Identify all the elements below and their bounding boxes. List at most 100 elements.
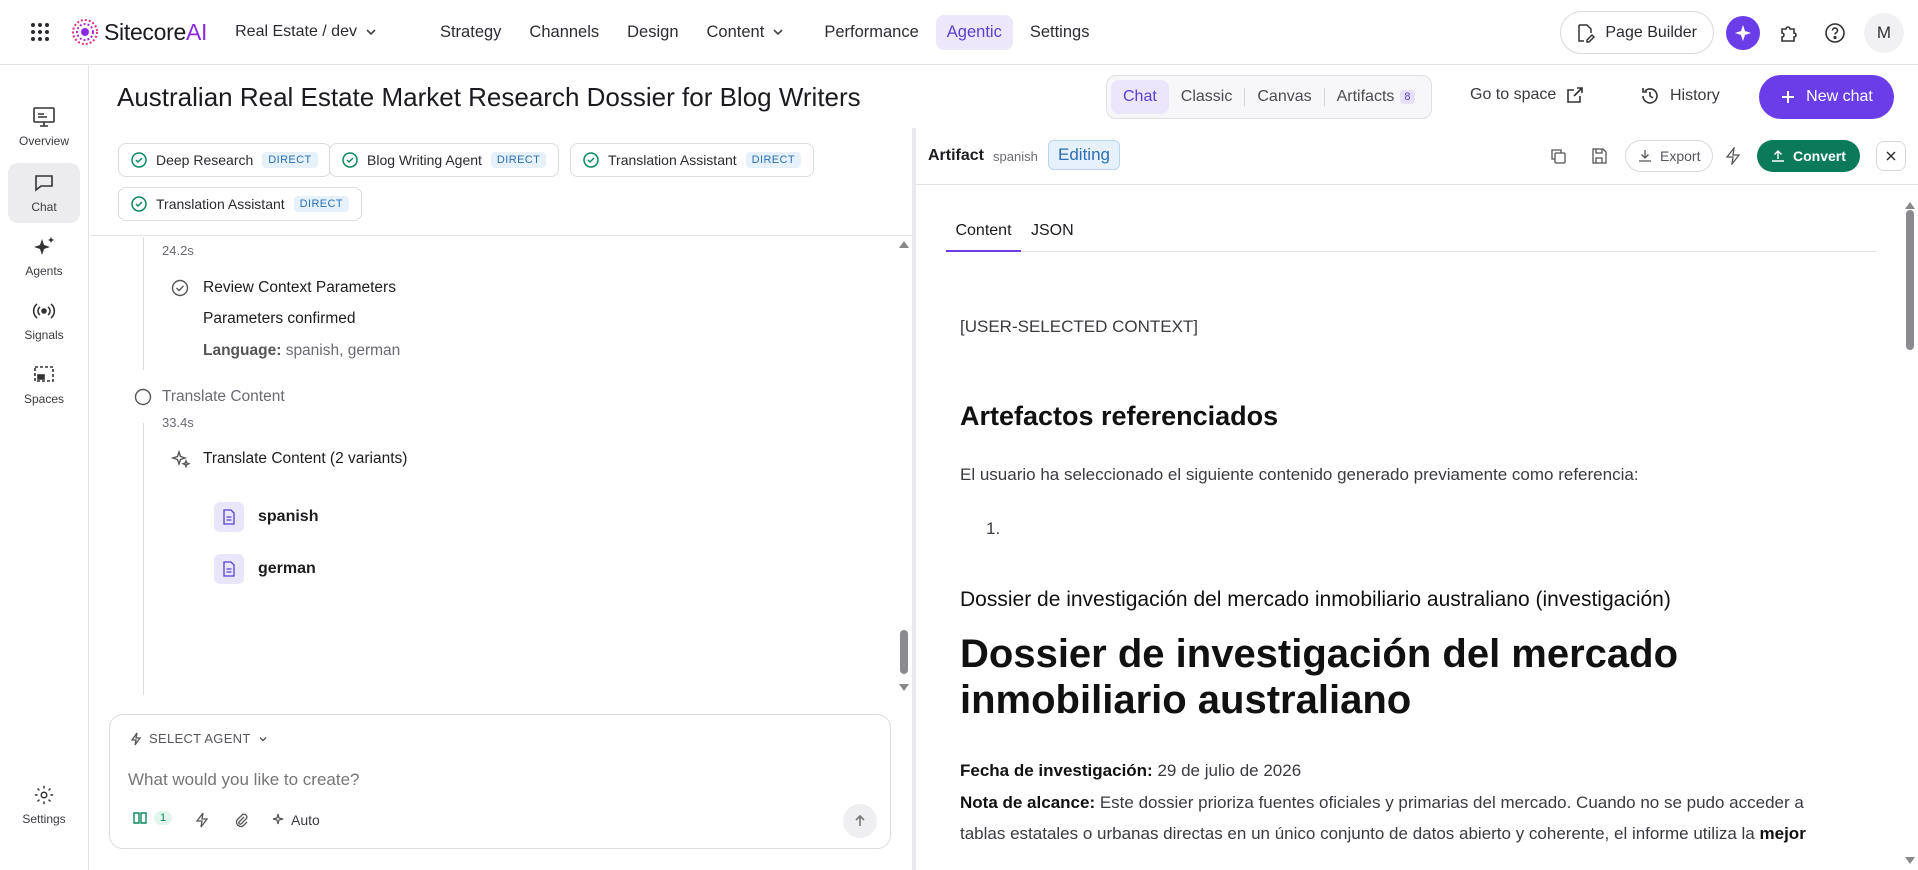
monitor-icon [33,107,55,127]
agent-chip-translation-2[interactable]: Translation Assistant DIRECT [118,187,363,221]
nav-design[interactable]: Design [616,15,689,50]
nav-label: Strategy [439,22,502,41]
sparkle-icon [272,813,284,825]
history-button[interactable]: History [1640,86,1720,106]
rail-item-agents[interactable]: Agents [8,227,80,287]
save-icon[interactable] [1590,147,1608,165]
chevron-down-icon [773,29,783,36]
new-chat-button[interactable]: New chat [1759,75,1894,119]
direct-tag: DIRECT [262,152,318,168]
user-avatar[interactable]: M [1864,12,1904,53]
export-button[interactable]: Export [1625,140,1714,172]
rail-item-overview[interactable]: Overview [8,97,80,157]
upload-icon [1772,150,1784,162]
language-label: Language: [203,342,282,359]
mode-selector[interactable]: Auto [272,812,320,828]
top-bar: SitecoreAI Real Estate / dev Strategy Ch… [0,0,1918,65]
scroll-thumb[interactable] [900,630,908,674]
tab-content[interactable]: Content [946,222,1021,252]
rail-item-spaces[interactable]: Spaces [8,355,80,415]
circle-icon [134,388,152,406]
check-circle-icon [171,279,189,297]
tab-canvas[interactable]: Canvas [1245,80,1323,114]
sparkle-icon [1735,24,1751,41]
environment-selector[interactable]: Real Estate / dev [235,23,377,41]
knowledge-button[interactable]: 1 [132,810,173,826]
nav-content[interactable]: Content [696,15,796,50]
nav-agentic[interactable]: Agentic [935,14,1013,50]
left-rail: Overview Chat Agents Signals Spaces Sett… [0,65,89,870]
scope-note-line-1: Nota de alcance: Este dossier prioriza f… [960,793,1804,813]
rail-item-settings[interactable]: Settings [8,775,80,835]
grid-icon [31,23,49,41]
logo-text: SitecoreAI [104,18,208,45]
tab-artifacts[interactable]: Artifacts 8 [1325,80,1427,114]
sitecore-logo-icon [72,19,98,45]
convert-button[interactable]: Convert [1757,140,1860,172]
tab-label: Canvas [1257,88,1312,105]
date-value: 29 de julio de 2026 [1157,761,1302,780]
intro-paragraph: El usuario ha seleccionado el siguiente … [960,465,1639,484]
check-circle-icon [131,196,147,212]
select-agent-dropdown[interactable]: SELECT AGENT [130,731,268,746]
sparkles-icon [34,237,54,255]
scope-text: tablas estatales o urbanas directas en u… [960,824,1755,843]
chevron-down-icon [366,29,376,36]
arrow-up-icon [855,814,865,826]
download-icon [1639,150,1651,162]
context-tag: [USER-SELECTED CONTEXT] [960,317,1199,336]
go-to-space-label: Go to space [1470,86,1557,103]
app-launcher-button[interactable] [0,0,80,65]
direct-tag: DIRECT [490,152,547,168]
rail-item-signals[interactable]: Signals [8,291,80,351]
document-icon [214,502,244,532]
document-title: Dossier de investigación del mercado inm… [960,632,1679,722]
prompt-input[interactable] [128,765,868,795]
nav-label: Content [706,22,765,41]
broadcast-icon [32,303,56,319]
sparkles-icon [171,449,191,469]
paperclip-icon[interactable] [233,812,249,828]
bolt-icon[interactable] [1725,147,1741,165]
agent-name: Blog Writing Agent [367,152,482,168]
agent-chip-deep-research[interactable]: Deep Research DIRECT [118,143,331,177]
bolt-icon[interactable] [195,812,209,828]
copy-icon[interactable] [1549,147,1567,165]
rail-item-chat[interactable]: Chat [8,163,80,223]
nav-settings[interactable]: Settings [1019,15,1101,50]
tab-classic[interactable]: Classic [1169,80,1245,114]
tab-chat[interactable]: Chat [1111,80,1169,114]
close-icon [1886,151,1896,161]
page-builder-button[interactable]: Page Builder [1560,11,1714,54]
tab-json[interactable]: JSON [1031,222,1074,252]
nav-performance[interactable]: Performance [813,15,929,50]
chevron-down-icon [259,736,267,741]
check-circle-icon [131,152,147,168]
scope-text: Este dossier prioriza fuentes oficiales … [1099,793,1804,812]
agent-chip-blog-writing[interactable]: Blog Writing Agent DIRECT [329,143,560,177]
agent-name: Deep Research [156,152,254,168]
file-item-german[interactable]: german [214,554,316,584]
sitecore-logo[interactable]: SitecoreAI [72,19,207,46]
ai-assistant-button[interactable] [1726,15,1760,50]
gear-icon [34,785,54,805]
close-artifact-button[interactable] [1876,141,1906,171]
language-row: Language: spanish, german [203,342,400,360]
extensions-button[interactable] [1772,16,1806,50]
language-value: spanish, german [285,342,401,359]
go-to-space-link[interactable]: Go to space [1470,86,1584,104]
nav-channels[interactable]: Channels [518,15,610,50]
artifact-body: Content JSON [USER-SELECTED CONTEXT] Art… [916,190,1916,870]
agent-chip-translation[interactable]: Translation Assistant DIRECT [570,143,815,177]
file-item-spanish[interactable]: spanish [214,502,318,532]
artifact-label: Artifact [928,147,985,164]
send-button[interactable] [843,804,877,838]
chat-scrollbar[interactable] [896,237,912,707]
nav-strategy[interactable]: Strategy [429,15,512,50]
artifact-scrollbar[interactable] [1902,190,1918,870]
scroll-thumb[interactable] [1906,210,1914,350]
research-date-row: Fecha de investigación: 29 de julio de 2… [960,761,1301,781]
help-button[interactable] [1818,16,1852,50]
rail-label: Agents [25,264,63,278]
tab-label: Classic [1180,88,1233,105]
